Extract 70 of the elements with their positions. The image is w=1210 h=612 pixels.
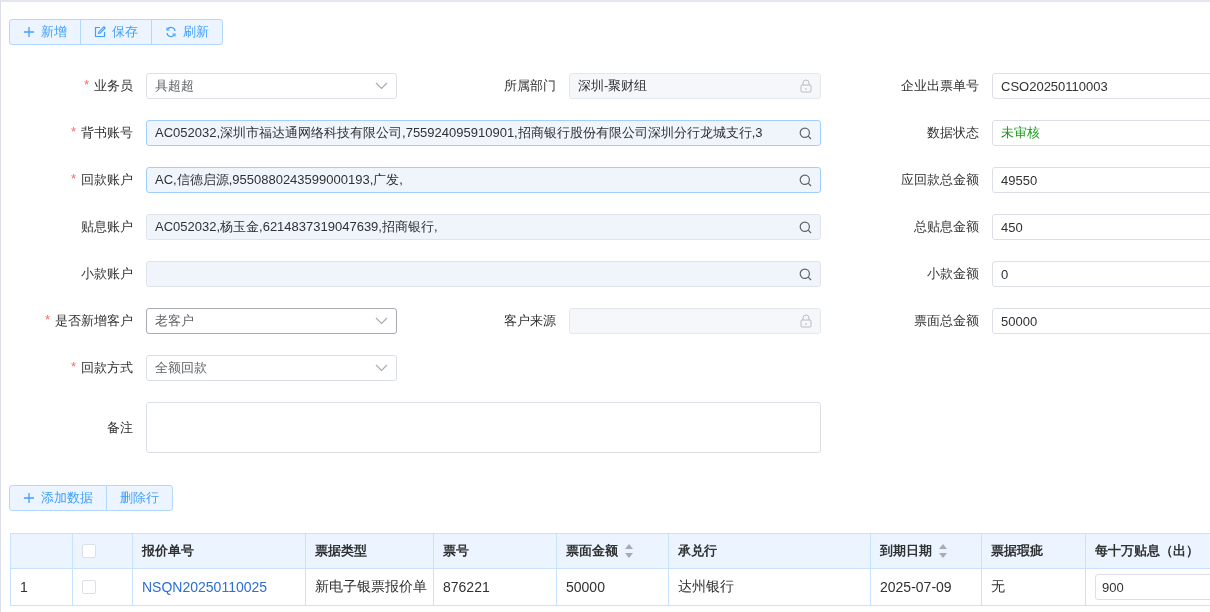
field-label: 应回款总金额 bbox=[901, 171, 979, 189]
select-field[interactable]: 老客户 bbox=[146, 308, 397, 334]
discount-input[interactable]: 900 bbox=[1095, 574, 1210, 600]
search-icon[interactable] bbox=[799, 126, 812, 140]
column-header: 承兑行 bbox=[669, 534, 871, 569]
select-field[interactable]: 全额回款 bbox=[146, 355, 397, 381]
field-label: 总贴息金额 bbox=[914, 218, 979, 236]
field-label: 客户来源 bbox=[504, 312, 556, 330]
row-index: 1 bbox=[11, 569, 73, 606]
table-cell: 新电子银票报价单 bbox=[306, 569, 434, 606]
table-cell: 无 bbox=[982, 569, 1086, 606]
lock-icon bbox=[800, 79, 812, 93]
search-icon[interactable] bbox=[799, 267, 812, 281]
field-label: 小款金额 bbox=[927, 265, 979, 283]
field-label: 背书账号 bbox=[81, 124, 133, 142]
field-label: 是否新增客户 bbox=[55, 312, 133, 330]
caret-icon bbox=[375, 82, 388, 90]
locked-field: 深圳-聚财组 bbox=[569, 73, 821, 99]
plus-icon bbox=[23, 492, 35, 504]
lookup-field[interactable]: AC,信德启源,9550880243599000193,广发, bbox=[146, 167, 821, 193]
lookup-field[interactable]: AC052032,杨玉金,6214837319047639,招商银行, bbox=[146, 214, 821, 240]
required-mark: * bbox=[70, 359, 76, 376]
sort-icon[interactable] bbox=[938, 543, 948, 559]
lookup-field[interactable] bbox=[146, 261, 821, 287]
column-header: 票据类型 bbox=[306, 534, 434, 569]
column-header: 票号 bbox=[434, 534, 557, 569]
row-checkbox[interactable] bbox=[82, 580, 96, 594]
column-header: 报价单号 bbox=[133, 534, 306, 569]
required-mark: * bbox=[70, 124, 76, 141]
column-header: 票据瑕疵 bbox=[982, 534, 1086, 569]
field-label: 企业出票单号 bbox=[901, 77, 979, 95]
field-label: 业务员 bbox=[94, 77, 133, 95]
column-header[interactable]: 到期日期 bbox=[871, 534, 982, 569]
lock-icon bbox=[800, 314, 812, 328]
field-label: 回款账户 bbox=[81, 171, 133, 189]
refresh-icon bbox=[165, 26, 177, 38]
text-field[interactable]: 49550 bbox=[992, 167, 1210, 193]
caret-icon bbox=[375, 317, 388, 325]
table-cell: 50000 bbox=[557, 569, 669, 606]
field-label: 回款方式 bbox=[81, 359, 133, 377]
required-mark: * bbox=[83, 77, 89, 94]
field-label: 贴息账户 bbox=[81, 218, 133, 236]
select-field[interactable]: 具超超 bbox=[146, 73, 397, 99]
text-field[interactable]: 50000 bbox=[992, 308, 1210, 334]
table-cell: 876221 bbox=[434, 569, 557, 606]
field-label: 票面总金额 bbox=[914, 312, 979, 330]
field-label: 所属部门 bbox=[504, 77, 556, 95]
column-header: 每十万贴息（出） bbox=[1086, 534, 1210, 569]
required-mark: * bbox=[70, 171, 76, 188]
required-mark: * bbox=[44, 312, 50, 329]
quote-link[interactable]: NSQN20250110025 bbox=[133, 569, 306, 606]
caret-icon bbox=[375, 364, 388, 372]
table-cell: 达州银行 bbox=[669, 569, 871, 606]
search-icon[interactable] bbox=[799, 220, 812, 234]
text-field[interactable]: CSO20250110003 bbox=[992, 73, 1210, 99]
text-field[interactable]: 0 bbox=[992, 261, 1210, 287]
lookup-field[interactable]: AC052032,深圳市福达通网络科技有限公司,755924095910901,招商银行股份有限公司深圳分行龙城支行,3 bbox=[146, 120, 821, 146]
edit-icon bbox=[94, 26, 106, 38]
sort-icon[interactable] bbox=[624, 543, 634, 559]
field-label: 数据状态 bbox=[927, 124, 979, 142]
table-cell: 2025-07-09 bbox=[871, 569, 982, 606]
field-label: 小款账户 bbox=[81, 265, 133, 283]
plus-icon bbox=[23, 26, 35, 38]
column-header[interactable]: 票面金额 bbox=[557, 534, 669, 569]
status-field: 未审核 bbox=[992, 120, 1210, 146]
search-icon[interactable] bbox=[799, 173, 812, 187]
field-label: 备注 bbox=[107, 418, 133, 437]
text-field[interactable]: 450 bbox=[992, 214, 1210, 240]
remark-textarea[interactable] bbox=[146, 402, 821, 453]
select-all-checkbox[interactable] bbox=[82, 544, 96, 558]
